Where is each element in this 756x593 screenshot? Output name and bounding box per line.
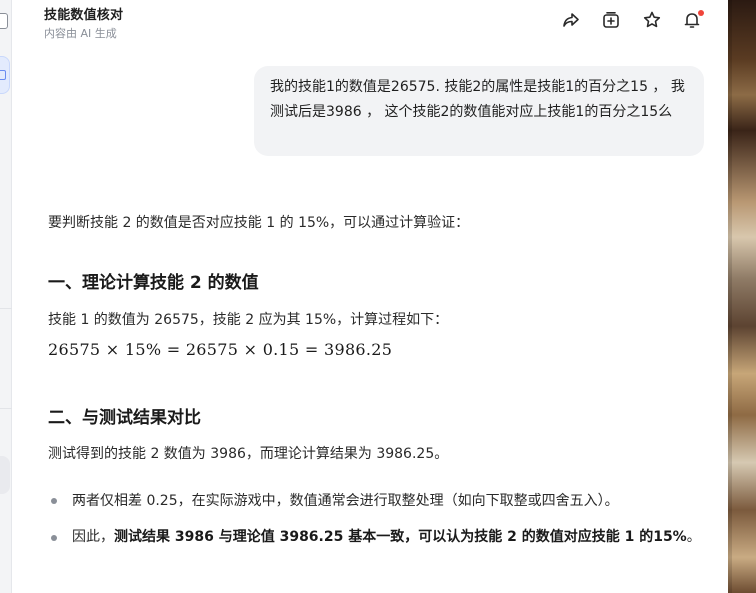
left-sidebar: [0, 0, 12, 593]
window-edge-shadow: [728, 0, 732, 593]
sidebar-toggle-icon[interactable]: [0, 13, 8, 29]
ai-generated-notice: 内容由 AI 生成: [44, 27, 117, 40]
conversation-title: 技能数值核对: [44, 8, 124, 23]
answer-intro: 要判断技能 2 的数值是否对应技能 1 的 15%，可以通过计算验证：: [48, 215, 470, 231]
share-icon: [563, 13, 579, 27]
star-icon: [643, 11, 661, 28]
section-heading: 二、与测试结果对比: [48, 408, 201, 428]
add-to-collection-button[interactable]: [598, 7, 624, 33]
sidebar-divider: [0, 308, 12, 309]
notifications-button[interactable]: [679, 7, 705, 33]
add-to-collection-icon: [603, 12, 619, 28]
list-item-prefix: 因此，: [72, 529, 114, 545]
list-item-emphasis: 测试结果 3986 与理论值 3986.25 基本一致，可以认为技能 2 的数值…: [114, 529, 687, 545]
favorite-button[interactable]: [639, 7, 665, 33]
list-item: 因此，测试结果 3986 与理论值 3986.25 基本一致，可以认为技能 2 …: [72, 524, 712, 551]
user-message-bubble: 我的技能1的数值是26575. 技能2的属性是技能1的百分之15 ， 我测试后是…: [254, 66, 704, 156]
sidebar-item[interactable]: [0, 456, 10, 494]
math-formula: 26575 × 15% = 26575 × 0.15 = 3986.25: [48, 340, 393, 359]
list-item: 两者仅相差 0.25，在实际游戏中，数值通常会进行取整处理（如向下取整或四舍五入…: [72, 493, 619, 509]
bullet-marker: [51, 535, 57, 541]
chat-icon: [0, 70, 6, 80]
bullet-marker: [51, 498, 57, 504]
notification-badge: [698, 10, 704, 16]
section-paragraph: 测试得到的技能 2 数值为 3986，而理论计算结果为 3986.25。: [48, 446, 449, 462]
section-paragraph: 技能 1 的数值为 26575，技能 2 应为其 15%，计算过程如下：: [48, 312, 449, 328]
sidebar-active-item[interactable]: [0, 56, 10, 94]
sidebar-divider: [0, 408, 12, 409]
desktop-wallpaper: [728, 0, 756, 593]
section-heading: 一、理论计算技能 2 的数值: [48, 273, 259, 293]
list-item-suffix: 。: [686, 529, 701, 545]
share-button[interactable]: [558, 7, 584, 33]
